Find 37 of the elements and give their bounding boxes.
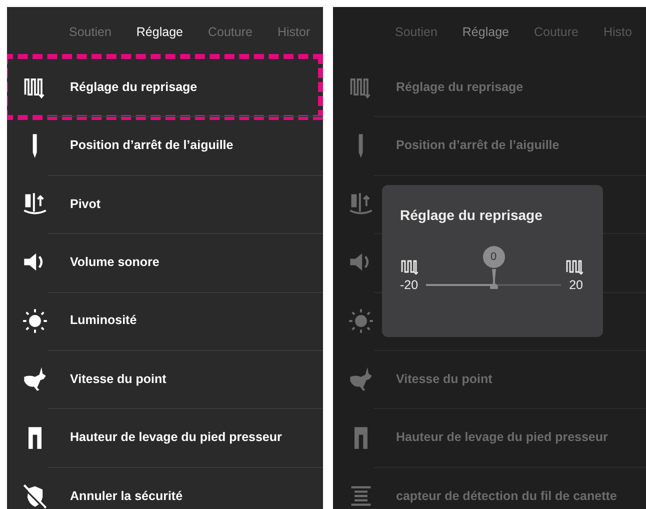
rabbit-icon (348, 366, 374, 392)
max-label: 20 (569, 277, 583, 294)
setting-item[interactable]: Pivot (70, 194, 101, 214)
dialog-title: Réglage du reprisage (400, 206, 544, 225)
sun-icon (22, 308, 48, 334)
tab[interactable]: Histor (277, 23, 310, 42)
slider-track[interactable] (426, 284, 562, 286)
slider-thumb[interactable] (488, 269, 499, 290)
presser-foot-pivot-icon (22, 190, 48, 217)
tab[interactable]: Couture (208, 23, 252, 42)
setting-item[interactable]: Luminosité (70, 311, 137, 330)
darning-icon (400, 258, 418, 276)
setting-item[interactable]: Vitesse du point (396, 370, 492, 389)
tab[interactable]: Réglage (462, 23, 509, 42)
rabbit-icon (22, 366, 48, 392)
sun-icon (348, 308, 374, 334)
setting-item[interactable]: Position d’arrêt de l’aiguille (396, 136, 560, 155)
slider-value-bubble: 0 (482, 246, 505, 268)
setting-item[interactable]: Vitesse du point (70, 370, 166, 389)
needle-icon (31, 132, 39, 159)
min-label: -20 (400, 277, 418, 294)
setting-item[interactable]: Réglage du reprisage (70, 78, 198, 97)
tab[interactable]: Couture (534, 23, 578, 42)
setting-item[interactable]: capteur de détection du fil de canette (396, 486, 617, 506)
tab[interactable]: Histo (603, 23, 632, 42)
setting-item[interactable]: Volume sonore (70, 252, 160, 272)
needle-icon (357, 132, 365, 159)
tab[interactable]: Soutien (69, 23, 112, 42)
setting-item[interactable]: Annuler la sécurité (70, 486, 183, 506)
setting-item[interactable]: Position d’arrêt de l’aiguille (70, 136, 234, 155)
darning-icon (565, 258, 583, 276)
presser-foot-pivot-icon (348, 190, 374, 217)
setting-item[interactable]: Hauteur de levage du pied presseur (396, 428, 608, 447)
tab[interactable]: Soutien (395, 23, 438, 42)
setting-item[interactable]: Hauteur de levage du pied presseur (70, 428, 282, 447)
setting-item[interactable]: Réglage du reprisage (396, 78, 524, 97)
tab[interactable]: Réglage (136, 23, 183, 42)
